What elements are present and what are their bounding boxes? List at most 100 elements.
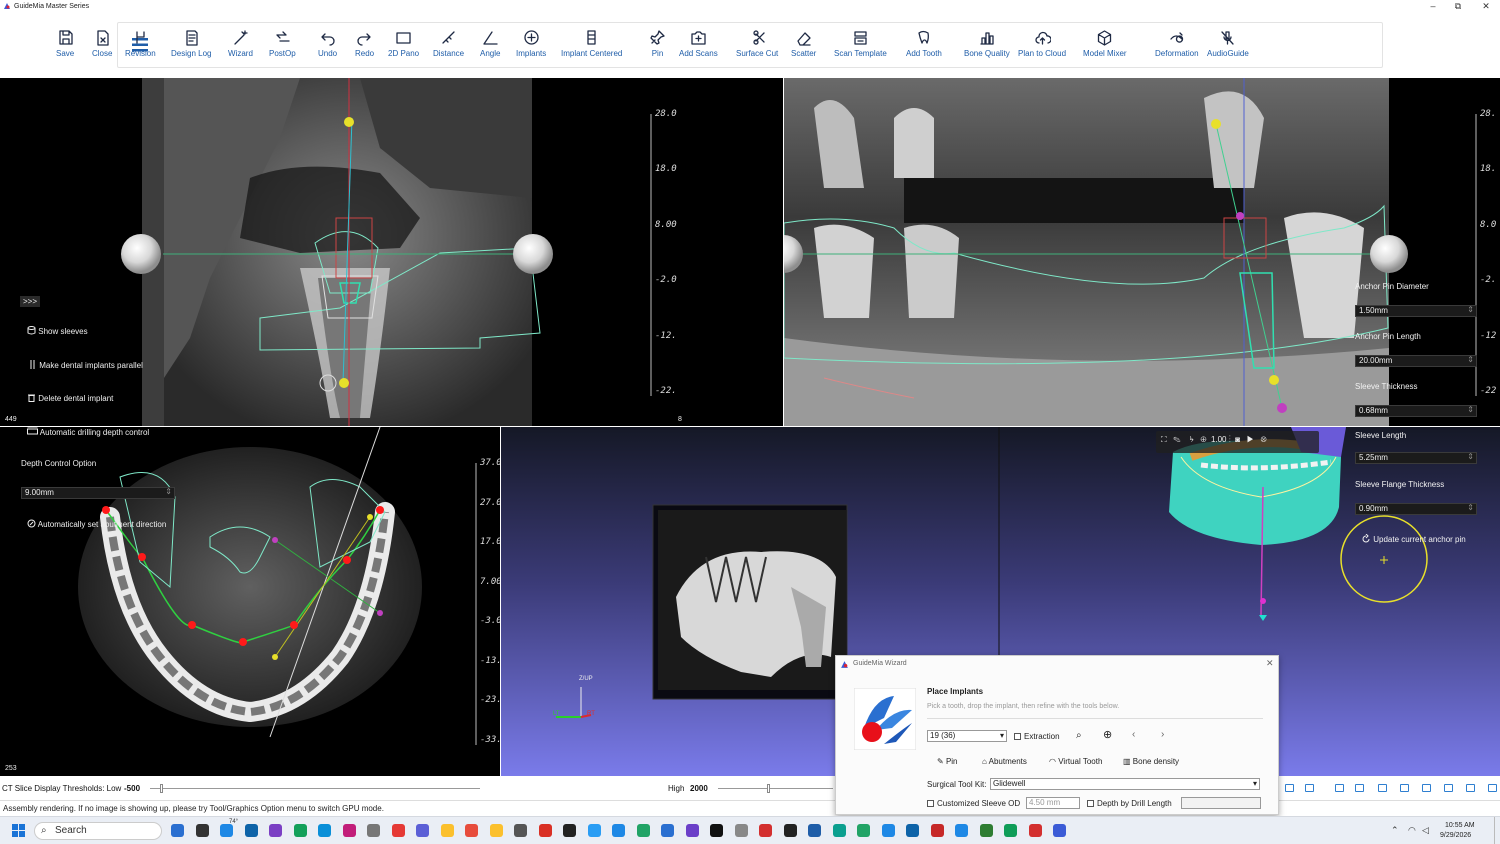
taskbar-app-icon[interactable] xyxy=(955,824,968,837)
plan-to-cloud-button[interactable]: Plan to Cloud xyxy=(1018,29,1066,65)
taskbar-date[interactable]: 9/29/2026 xyxy=(1440,832,1471,839)
show-desktop-button[interactable] xyxy=(1494,817,1500,844)
taskbar-app-icon[interactable] xyxy=(489,824,503,837)
make-parallel-option[interactable]: Make dental implants parallel xyxy=(29,360,143,370)
sagittal-view[interactable]: 28.0 18.0 8.00 -2.0 -12. -22. 449 >>> Show sl… xyxy=(0,78,783,426)
low-threshold-slider[interactable] xyxy=(150,788,480,789)
taskbar-app-icon[interactable] xyxy=(685,824,699,837)
taskbar-app-icon[interactable] xyxy=(1004,824,1017,837)
view-layout-icon[interactable] xyxy=(1285,784,1294,792)
taskbar-app-icon[interactable] xyxy=(367,824,380,837)
redo-button[interactable]: Redo xyxy=(355,29,374,65)
taskbar-app-icon[interactable] xyxy=(930,824,944,837)
taskbar-app-icon[interactable] xyxy=(391,824,405,837)
show-sleeves-option[interactable]: Show sleeves xyxy=(27,326,88,336)
taskbar-app-icon[interactable] xyxy=(612,824,625,837)
implant-centered-button[interactable]: Implant Centered xyxy=(561,29,622,65)
wifi-icon[interactable]: ◠ xyxy=(1408,825,1416,836)
taskbar-app-icon[interactable] xyxy=(293,824,307,837)
volume-icon[interactable]: ◁ xyxy=(1422,825,1429,836)
taskbar-app-icon[interactable] xyxy=(465,824,478,837)
zoom-tooth-icon[interactable]: ⌕ xyxy=(1076,730,1082,741)
sleeve-od-input[interactable]: 4.50 mm xyxy=(1026,797,1080,809)
save-button[interactable]: Save xyxy=(56,29,74,65)
view-layout-icon[interactable] xyxy=(1305,784,1314,792)
taskbar-app-icon[interactable] xyxy=(171,824,184,837)
taskbar-app-icon[interactable] xyxy=(220,824,233,837)
view-layout-icon[interactable] xyxy=(1488,784,1497,792)
taskbar-app-icon[interactable] xyxy=(1028,824,1042,837)
add-implant-icon[interactable]: ⊕ xyxy=(1103,728,1112,741)
rotate-view-icon[interactable]: ⊕ xyxy=(1200,435,1206,444)
expand-panel-button[interactable]: >>> xyxy=(20,296,41,307)
screenshot-camera-icon[interactable]: ◙ xyxy=(1235,435,1240,444)
extraction-checkbox[interactable]: Extraction xyxy=(1014,732,1060,741)
high-threshold-slider[interactable] xyxy=(718,788,833,789)
2d-pano-button[interactable]: 2D Pano xyxy=(388,29,419,65)
auto-abutment-option[interactable]: Automatically set abutment direction xyxy=(27,519,166,529)
taskbar-app-icon[interactable] xyxy=(1053,824,1066,837)
maximize-button[interactable]: ⧉ xyxy=(1444,0,1472,14)
taskbar-app-icon[interactable] xyxy=(538,824,552,837)
zoom-value[interactable]: 1.00 xyxy=(1211,435,1227,444)
draw-pencil-icon[interactable]: ✎ xyxy=(1173,435,1180,444)
taskbar-search[interactable]: ⌕ Search xyxy=(34,822,162,840)
pin-button[interactable]: Pin xyxy=(649,29,666,65)
surface-cut-button[interactable]: Surface Cut xyxy=(736,29,778,65)
fit-view-icon[interactable]: ⛶ xyxy=(1161,435,1167,444)
customized-sleeve-od-checkbox[interactable]: Customized Sleeve OD xyxy=(927,799,1020,808)
pin-length-input[interactable]: 20.00mm xyxy=(1355,355,1477,367)
taskbar-app-icon[interactable] xyxy=(808,824,821,837)
auto-depth-option[interactable]: Automatic drilling depth control xyxy=(27,427,149,437)
surgical-kit-select[interactable]: Glidewell ▾ xyxy=(990,778,1260,790)
implants-button[interactable]: Implants xyxy=(516,29,546,65)
angle-button[interactable]: Angle xyxy=(480,29,500,65)
taskbar-app-icon[interactable] xyxy=(416,824,429,837)
close-window-button[interactable]: ✕ xyxy=(1472,0,1500,14)
wizard-bone-density-button[interactable]: ▥ Bone density xyxy=(1123,757,1179,766)
taskbar-app-icon[interactable] xyxy=(759,824,772,837)
delete-implant-option[interactable]: Delete dental implant xyxy=(27,393,113,403)
taskbar-app-icon[interactable] xyxy=(857,824,870,837)
drill-length-select[interactable] xyxy=(1181,797,1261,809)
minimize-button[interactable]: – xyxy=(1419,0,1447,14)
taskbar-time[interactable]: 10:55 AM xyxy=(1445,822,1475,829)
next-arrow-icon[interactable]: › xyxy=(1161,729,1164,740)
taskbar-app-icon[interactable] xyxy=(783,824,797,837)
view-layout-icon[interactable] xyxy=(1355,784,1364,792)
video-record-icon[interactable]: ▶ xyxy=(1247,435,1254,444)
taskbar-app-icon[interactable] xyxy=(881,824,895,837)
bone-quality-button[interactable]: Bone Quality xyxy=(964,29,1010,65)
sleeve-length-input[interactable]: 5.25mm xyxy=(1355,452,1477,464)
panoramic-view[interactable]: 28. 18. 8.0 -2. -12 -22 xyxy=(784,78,1500,426)
wizard-pin-button[interactable]: ✎ Pin xyxy=(937,757,958,766)
taskbar-app-icon[interactable] xyxy=(587,824,601,837)
depth-by-drill-checkbox[interactable]: Depth by Drill Length xyxy=(1087,799,1172,808)
design-log-button[interactable]: Design Log xyxy=(171,29,211,65)
postop-button[interactable]: PostOp xyxy=(269,29,296,65)
taskbar-app-icon[interactable] xyxy=(979,824,993,837)
wizard-virtual-tooth-button[interactable]: ◠ Virtual Tooth xyxy=(1049,757,1102,766)
distance-button[interactable]: Distance xyxy=(433,29,464,65)
windows-start-icon[interactable] xyxy=(12,824,25,837)
taskbar-app-icon[interactable] xyxy=(832,824,846,837)
taskbar-app-icon[interactable] xyxy=(244,824,258,837)
revision-button[interactable]: Revision xyxy=(125,29,156,65)
scatter-button[interactable]: Scatter xyxy=(791,29,816,65)
close-button[interactable]: Close xyxy=(92,29,112,65)
wizard-button[interactable]: Wizard xyxy=(228,29,253,65)
taskbar-app-icon[interactable] xyxy=(734,824,748,837)
taskbar-app-icon[interactable] xyxy=(906,824,919,837)
view-layout-icon[interactable] xyxy=(1422,784,1431,792)
add-scans-button[interactable]: Add Scans xyxy=(679,29,718,65)
low-threshold-handle[interactable] xyxy=(160,784,163,793)
taskbar-app-icon[interactable] xyxy=(710,824,723,837)
taskbar-app-icon[interactable] xyxy=(514,824,527,837)
taskbar-app-icon[interactable] xyxy=(318,824,331,837)
update-anchor-pin-button[interactable]: Update current anchor pin xyxy=(1361,533,1466,544)
flange-thickness-input[interactable]: 0.90mm xyxy=(1355,503,1477,515)
taskbar-app-icon[interactable] xyxy=(636,824,650,837)
taskbar-app-icon[interactable] xyxy=(195,824,209,837)
depth-value-input[interactable]: 9.00mm xyxy=(21,487,175,499)
sleeve-thickness-input[interactable]: 0.68mm xyxy=(1355,405,1477,417)
